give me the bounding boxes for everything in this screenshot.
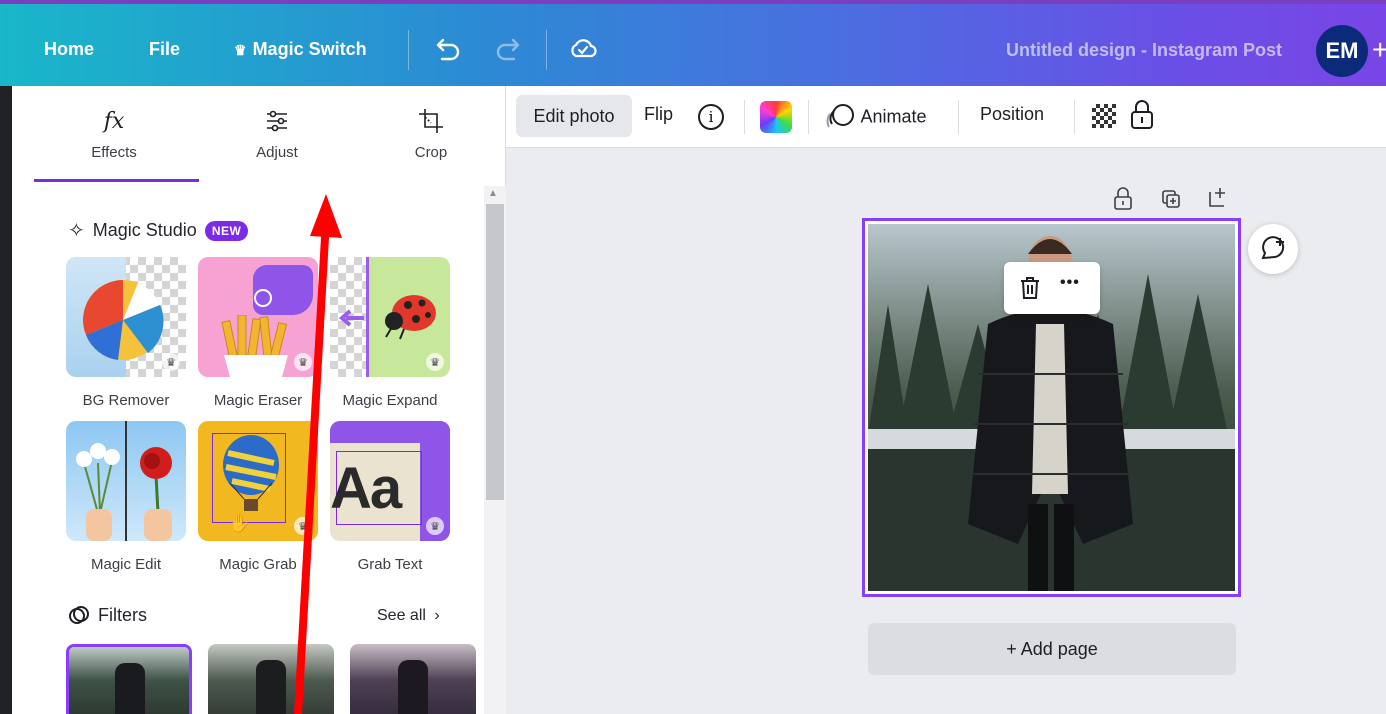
- magic-switch-button[interactable]: ♛ Magic Switch: [234, 39, 367, 60]
- edit-photo-panel: fx Effects Adjust Crop ▲ ✧ Magic Studio …: [12, 86, 506, 714]
- magic-studio-heading: ✧ Magic Studio NEW: [68, 218, 249, 243]
- design-title[interactable]: Untitled design - Instagram Post: [1006, 40, 1282, 61]
- duplicate-page-icon[interactable]: [1160, 188, 1182, 215]
- filters-title: Filters: [98, 604, 147, 625]
- premium-crown-icon: ♛: [162, 353, 180, 371]
- beach-ball-icon: [83, 280, 164, 360]
- transparency-icon[interactable]: [1092, 104, 1116, 128]
- scrollbar-thumb[interactable]: [486, 204, 504, 500]
- canva-editor: Home File ♛ Magic Switch Untitled design …: [0, 0, 1386, 714]
- grab-hand-icon: ✋: [228, 513, 251, 533]
- active-tab-indicator: [34, 179, 199, 182]
- animate-icon: [826, 104, 854, 128]
- context-toolbar: Edit photo Flip i Animate Position: [506, 86, 1386, 148]
- bg-remover-tile[interactable]: ♛: [66, 257, 186, 377]
- tab-crop[interactable]: Crop: [361, 104, 501, 161]
- color-picker-icon[interactable]: [760, 101, 792, 133]
- filter-thumb[interactable]: [350, 644, 476, 714]
- element-context-menu: •••: [1004, 262, 1100, 314]
- share-plus-icon[interactable]: +: [1372, 34, 1386, 66]
- divider: [808, 100, 809, 134]
- edit-photo-button[interactable]: Edit photo: [516, 95, 632, 137]
- page-lock-icon[interactable]: [1112, 186, 1134, 217]
- magic-eraser-label: Magic Eraser: [213, 392, 303, 409]
- animate-label: Animate: [860, 106, 927, 127]
- undo-icon[interactable]: [430, 32, 464, 66]
- flowers-icon: [76, 443, 120, 541]
- rose-icon: [140, 447, 172, 541]
- comment-plus-icon: [1261, 236, 1285, 260]
- divider: [958, 100, 959, 134]
- redo-icon[interactable]: [492, 32, 526, 66]
- magic-eraser-tile[interactable]: ♛: [198, 257, 318, 377]
- chevron-right-icon: ›: [434, 607, 440, 624]
- premium-crown-icon: ♛: [426, 517, 444, 535]
- filters-icon: [69, 606, 89, 624]
- see-all-link[interactable]: See all ›: [377, 607, 440, 625]
- ladybug-icon: [385, 295, 436, 340]
- new-badge: NEW: [204, 220, 249, 241]
- filters-heading: Filters: [68, 604, 147, 626]
- filter-thumb[interactable]: [208, 644, 334, 714]
- add-page-button[interactable]: + Add page: [868, 623, 1236, 675]
- sliders-icon: [207, 104, 347, 138]
- info-icon[interactable]: i: [698, 104, 724, 130]
- scroll-up-icon[interactable]: ▲: [488, 188, 498, 199]
- position-button[interactable]: Position: [980, 104, 1044, 125]
- avatar[interactable]: EM: [1316, 25, 1368, 77]
- file-menu[interactable]: File: [149, 39, 180, 60]
- tab-effects-label: Effects: [91, 144, 137, 161]
- divider: [1074, 100, 1075, 134]
- divider: [744, 100, 745, 134]
- magic-switch-label: Magic Switch: [252, 39, 367, 59]
- grab-text-tile[interactable]: Aa ♛: [330, 421, 450, 541]
- flip-button[interactable]: Flip: [644, 104, 673, 125]
- crop-icon: [361, 104, 501, 138]
- bg-remover-label: BG Remover: [82, 392, 170, 409]
- divider: [546, 30, 547, 70]
- fx-icon: fx: [103, 108, 125, 134]
- magic-grab-tile[interactable]: ✋ ♛: [198, 421, 318, 541]
- trash-icon[interactable]: [1018, 275, 1042, 306]
- grab-text-label: Grab Text: [357, 556, 423, 573]
- crown-icon: ♛: [234, 42, 247, 58]
- tab-crop-label: Crop: [414, 144, 448, 161]
- premium-crown-icon: ♛: [426, 353, 444, 371]
- magic-expand-tile[interactable]: ♛: [330, 257, 450, 377]
- magic-edit-tile[interactable]: [66, 421, 186, 541]
- tab-adjust-label: Adjust: [256, 144, 298, 161]
- filter-thumb[interactable]: [66, 644, 192, 714]
- hot-air-balloon-icon: [223, 435, 279, 511]
- premium-crown-icon: ♛: [294, 353, 312, 371]
- cloud-saved-icon[interactable]: [566, 32, 600, 66]
- arrow-left-icon: [338, 309, 364, 327]
- magic-edit-label: Magic Edit: [90, 556, 162, 573]
- sparkle-icon: ✧: [68, 220, 85, 242]
- tab-effects[interactable]: fx Effects: [44, 104, 184, 162]
- see-all-label: See all: [377, 607, 426, 624]
- left-rail: [0, 86, 12, 714]
- magic-studio-title: Magic Studio: [92, 220, 197, 240]
- magic-grab-label: Magic Grab: [219, 556, 297, 573]
- divider: [408, 30, 409, 70]
- home-menu[interactable]: Home: [44, 39, 94, 60]
- top-bar: Home File ♛ Magic Switch Untitled design …: [0, 0, 1386, 86]
- animate-button[interactable]: Animate: [826, 102, 927, 132]
- add-comment-button[interactable]: [1248, 224, 1298, 274]
- grab-text-sample: Aa: [330, 456, 402, 521]
- lock-icon[interactable]: [1128, 98, 1156, 137]
- more-options-icon[interactable]: •••: [1060, 274, 1080, 292]
- magic-expand-label: Magic Expand: [342, 392, 438, 409]
- tab-adjust[interactable]: Adjust: [207, 104, 347, 161]
- add-page-icon[interactable]: [1206, 186, 1230, 215]
- fries-icon: [221, 315, 288, 377]
- premium-crown-icon: ♛: [294, 517, 312, 535]
